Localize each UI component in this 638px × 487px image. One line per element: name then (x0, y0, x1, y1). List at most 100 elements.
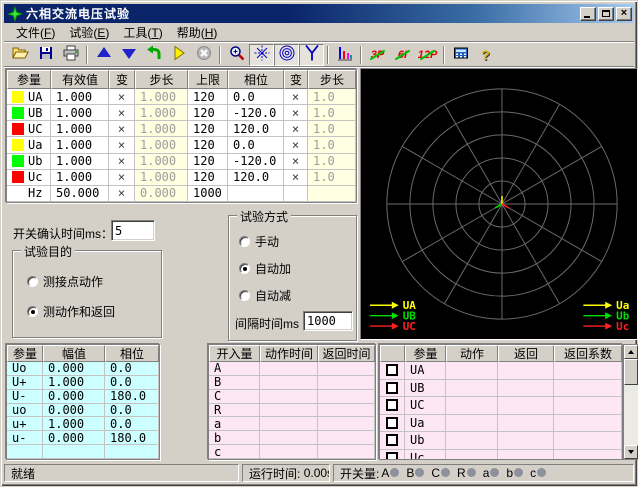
limit-cell[interactable]: 120 (188, 170, 228, 186)
y-connection-button[interactable] (299, 44, 324, 66)
menu-item-h[interactable]: 帮助(H) (171, 23, 224, 42)
scroll-up-button[interactable] (624, 345, 638, 359)
result-scrollbar[interactable] (623, 344, 638, 460)
test-12p-button[interactable]: 12P (415, 44, 440, 66)
step2-cell[interactable]: 1.0 (308, 154, 356, 170)
mode-radio[interactable] (239, 236, 250, 247)
vary-toggle-cell[interactable]: × (109, 170, 135, 186)
stop-icon (196, 45, 212, 64)
harmonics-button[interactable] (332, 44, 357, 66)
mode-option[interactable]: 手动 (239, 233, 279, 250)
purpose-radio-selected[interactable] (27, 306, 38, 317)
run-button[interactable] (166, 44, 191, 66)
test-6i-button[interactable]: 6I (390, 44, 415, 66)
checkbox[interactable] (386, 417, 398, 429)
limit-cell[interactable]: 120 (188, 105, 228, 121)
checkbox[interactable] (386, 364, 398, 376)
vary-toggle-cell[interactable]: × (109, 154, 135, 170)
step2-cell[interactable]: 1.0 (308, 121, 356, 137)
scrollbar-thumb[interactable] (624, 359, 638, 385)
step2-cell[interactable]: 1.0 (308, 137, 356, 153)
step2-cell[interactable]: 1.0 (308, 89, 356, 105)
maximize-button[interactable] (598, 7, 614, 21)
step-cell[interactable]: 1.000 (135, 137, 188, 153)
phasor-grid-button[interactable] (249, 44, 274, 66)
test-3p-button[interactable]: 3P (365, 44, 390, 66)
vary2-toggle-cell[interactable]: × (284, 154, 308, 170)
menu-item-t[interactable]: 工具(T) (117, 23, 168, 42)
vary-toggle-cell[interactable]: × (109, 186, 135, 202)
phase-cell[interactable] (228, 186, 284, 202)
step-cell[interactable]: 1.000 (135, 154, 188, 170)
vary2-toggle-cell[interactable]: × (284, 121, 308, 137)
help-icon: ? (481, 47, 490, 63)
interval-input[interactable] (303, 311, 353, 331)
step-cell[interactable]: 1.000 (135, 105, 188, 121)
help-button[interactable]: ? (473, 44, 498, 66)
step-cell[interactable]: 1.000 (135, 89, 188, 105)
purpose-radio[interactable] (27, 276, 38, 287)
close-button[interactable]: × (616, 7, 632, 21)
print-button[interactable] (58, 44, 83, 66)
scroll-down-button[interactable] (624, 445, 638, 459)
checkbox[interactable] (386, 452, 398, 460)
phase-cell[interactable]: -120.0 (228, 154, 284, 170)
rms-cell[interactable]: 1.000 (51, 154, 109, 170)
minimize-button[interactable] (580, 7, 596, 21)
undo-button[interactable] (141, 44, 166, 66)
rms-cell[interactable]: 1.000 (51, 137, 109, 153)
rms-cell[interactable]: 1.000 (51, 121, 109, 137)
mode-option[interactable]: 自动减 (239, 287, 291, 304)
open-button[interactable] (8, 44, 33, 66)
step-cell[interactable]: 1.000 (135, 121, 188, 137)
limit-cell[interactable]: 120 (188, 137, 228, 153)
vary2-toggle-cell[interactable]: × (284, 89, 308, 105)
menu-item-e[interactable]: 试验(E) (63, 23, 115, 42)
mode-option[interactable]: 自动加 (239, 260, 291, 277)
lower-button[interactable] (116, 44, 141, 66)
rms-cell[interactable]: 1.000 (51, 105, 109, 121)
step2-cell[interactable] (308, 186, 356, 202)
purpose-option[interactable]: 测接点动作 (27, 273, 103, 290)
limit-cell[interactable]: 120 (188, 89, 228, 105)
vary2-toggle-cell[interactable]: × (284, 105, 308, 121)
vary-toggle-cell[interactable]: × (109, 89, 135, 105)
rms-cell[interactable]: 50.000 (51, 186, 109, 202)
vary-toggle-cell[interactable]: × (109, 105, 135, 121)
phase-cell[interactable]: 0.0 (228, 137, 284, 153)
zoom-button[interactable] (224, 44, 249, 66)
calculator-button[interactable] (448, 44, 473, 66)
checkbox[interactable] (386, 399, 398, 411)
phase-cell[interactable]: 120.0 (228, 121, 284, 137)
rms-cell[interactable]: 1.000 (51, 170, 109, 186)
vary2-toggle-cell[interactable] (284, 186, 308, 202)
purpose-option[interactable]: 测动作和返回 (27, 303, 115, 320)
vary-toggle-cell[interactable]: × (109, 137, 135, 153)
rms-cell[interactable]: 1.000 (51, 89, 109, 105)
mode-radio-selected[interactable] (239, 263, 250, 274)
vector-rings-button[interactable] (274, 44, 299, 66)
scroll-up-icon (628, 350, 634, 354)
step2-cell[interactable]: 1.0 (308, 105, 356, 121)
limit-cell[interactable]: 120 (188, 121, 228, 137)
phase-cell[interactable]: 0.0 (228, 89, 284, 105)
input-name-cell: B (209, 376, 260, 390)
save-button[interactable] (33, 44, 58, 66)
vary-toggle-cell[interactable]: × (109, 121, 135, 137)
step-cell[interactable]: 1.000 (135, 170, 188, 186)
step2-cell[interactable]: 1.0 (308, 170, 356, 186)
vary2-toggle-cell[interactable]: × (284, 170, 308, 186)
phase-cell[interactable]: -120.0 (228, 105, 284, 121)
menu-item-f[interactable]: 文件(F) (10, 23, 61, 42)
limit-cell[interactable]: 1000 (188, 186, 228, 202)
mode-radio[interactable] (239, 290, 250, 301)
polar-spoke (444, 104, 502, 204)
phase-cell[interactable]: 120.0 (228, 170, 284, 186)
raise-button[interactable] (91, 44, 116, 66)
vary2-toggle-cell[interactable]: × (284, 137, 308, 153)
checkbox[interactable] (386, 434, 398, 446)
checkbox[interactable] (386, 382, 398, 394)
step-cell[interactable]: 0.000 (135, 186, 188, 202)
switch-confirm-input[interactable] (111, 220, 155, 241)
limit-cell[interactable]: 120 (188, 154, 228, 170)
